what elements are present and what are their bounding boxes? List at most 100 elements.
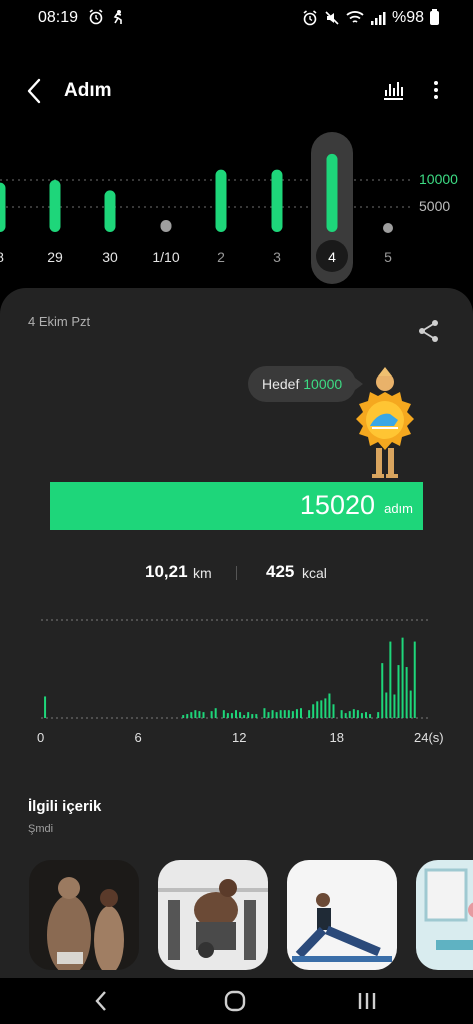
day-label-4[interactable]: 4 bbox=[328, 249, 336, 265]
hour-bar bbox=[235, 710, 237, 718]
hour-bar bbox=[279, 710, 282, 718]
hourly-steps-chart bbox=[41, 619, 431, 719]
step-count: 15020 bbox=[299, 490, 375, 520]
day-bar-4[interactable] bbox=[326, 153, 338, 232]
hour-bar bbox=[275, 712, 278, 718]
hour-bar bbox=[385, 692, 388, 718]
related-content-title: İlgili içerik bbox=[28, 798, 102, 815]
hour-bar bbox=[243, 715, 246, 718]
signal-icon bbox=[370, 12, 386, 25]
daily-steps-scroller[interactable]: 8 29 30 1/10 2 3 4 5 10000 5000 bbox=[0, 130, 473, 290]
hour-bar bbox=[316, 701, 319, 718]
hour-tick-label: 6 bbox=[134, 730, 142, 745]
day-label-30[interactable]: 30 bbox=[102, 249, 118, 265]
day-label-3[interactable]: 3 bbox=[273, 249, 281, 265]
hour-bar bbox=[222, 710, 225, 718]
day-label-29[interactable]: 29 bbox=[47, 249, 63, 265]
day-label-8[interactable]: 8 bbox=[0, 249, 4, 265]
hour-bar bbox=[291, 711, 294, 718]
hour-bar bbox=[239, 712, 242, 718]
hour-bar bbox=[393, 694, 396, 718]
related-thumbnail-2[interactable] bbox=[158, 860, 268, 970]
share-icon[interactable] bbox=[416, 318, 442, 344]
day-bar-2[interactable] bbox=[215, 169, 227, 232]
metrics-divider bbox=[236, 566, 237, 580]
gridline-label-10000: 10000 bbox=[419, 171, 458, 187]
hour-bar bbox=[409, 690, 412, 718]
hour-bar bbox=[413, 641, 416, 718]
hour-bar bbox=[295, 709, 298, 718]
selected-date: 4 Ekim Pzt bbox=[28, 314, 91, 329]
related-content-carousel[interactable] bbox=[0, 860, 473, 978]
page-title: Adım bbox=[64, 80, 112, 101]
wifi-icon bbox=[346, 11, 364, 23]
day-bar-3[interactable] bbox=[271, 169, 283, 232]
nav-home-icon[interactable] bbox=[220, 986, 250, 1016]
distance-unit: km bbox=[193, 565, 212, 581]
battery-icon bbox=[430, 9, 439, 25]
calories-unit: kcal bbox=[302, 565, 327, 581]
hour-bar bbox=[263, 708, 266, 718]
alarm-icon bbox=[89, 9, 103, 25]
hour-bar bbox=[44, 696, 47, 718]
hour-bar bbox=[332, 704, 335, 718]
hour-bar bbox=[356, 710, 359, 718]
system-navigation-bar bbox=[0, 978, 473, 1024]
hour-bar bbox=[312, 704, 315, 718]
calories-value: 425 bbox=[266, 562, 295, 581]
hour-bar bbox=[340, 710, 343, 718]
battery-percent: %98 bbox=[391, 9, 424, 26]
day-bar-8[interactable] bbox=[0, 182, 6, 232]
goal-value: 10000 bbox=[303, 376, 343, 392]
day-bar-30[interactable] bbox=[104, 190, 116, 232]
daily-summary-card: 4 Ekim Pzt Hedef 10000 15020 adım 10,21 … bbox=[0, 288, 473, 978]
hour-tick-label: 18 bbox=[329, 730, 344, 745]
hour-bar bbox=[271, 710, 274, 718]
day-bar-29[interactable] bbox=[49, 180, 61, 232]
hour-bar bbox=[352, 709, 355, 718]
day-bar-1/10[interactable] bbox=[160, 220, 172, 232]
related-thumbnail-4[interactable] bbox=[416, 860, 473, 970]
hour-bar bbox=[300, 708, 302, 718]
hour-bar bbox=[365, 712, 367, 718]
day-label-2[interactable]: 2 bbox=[217, 249, 225, 265]
hour-bar bbox=[287, 710, 290, 718]
more-options-icon[interactable] bbox=[424, 78, 448, 102]
hour-bar bbox=[369, 714, 372, 718]
hour-bar bbox=[324, 698, 327, 718]
hour-bar bbox=[320, 700, 323, 718]
hour-bar bbox=[194, 710, 197, 718]
nav-recents-icon[interactable] bbox=[352, 986, 382, 1016]
alarm-icon bbox=[303, 10, 317, 26]
hour-bar bbox=[389, 641, 392, 718]
step-progress-bar: 15020 adım bbox=[50, 482, 423, 530]
hour-bar bbox=[202, 712, 205, 718]
day-label-1/10[interactable]: 1/10 bbox=[152, 249, 179, 265]
hour-bar bbox=[186, 714, 189, 718]
hour-bar bbox=[210, 711, 213, 718]
hour-bar bbox=[344, 713, 347, 718]
related-content-subtitle: Şmdi bbox=[28, 823, 54, 835]
bar-chart-icon[interactable] bbox=[381, 78, 405, 102]
back-button[interactable] bbox=[22, 76, 48, 106]
hour-bar bbox=[214, 708, 217, 718]
hour-tick-label: 24(s) bbox=[414, 730, 444, 745]
runner-notification-icon bbox=[113, 10, 122, 24]
daily-steps-chart[interactable]: 8 29 30 1/10 2 3 4 5 bbox=[0, 130, 473, 290]
day-label-5[interactable]: 5 bbox=[384, 249, 392, 265]
hour-bar bbox=[267, 712, 270, 718]
hour-bar bbox=[405, 667, 408, 718]
day-bar-5[interactable] bbox=[383, 223, 393, 233]
related-thumbnail-1[interactable] bbox=[29, 860, 139, 970]
nav-back-icon[interactable] bbox=[86, 986, 116, 1016]
hour-bar bbox=[360, 713, 363, 718]
related-thumbnail-3[interactable] bbox=[287, 860, 397, 970]
hour-bar bbox=[190, 712, 193, 718]
hour-bar bbox=[226, 713, 229, 718]
hour-bar bbox=[308, 710, 311, 718]
hour-bar bbox=[182, 715, 185, 718]
hour-bar bbox=[198, 711, 201, 718]
hour-bar bbox=[401, 637, 404, 718]
hour-bar bbox=[348, 711, 351, 718]
goal-achieved-mascot bbox=[356, 367, 414, 478]
